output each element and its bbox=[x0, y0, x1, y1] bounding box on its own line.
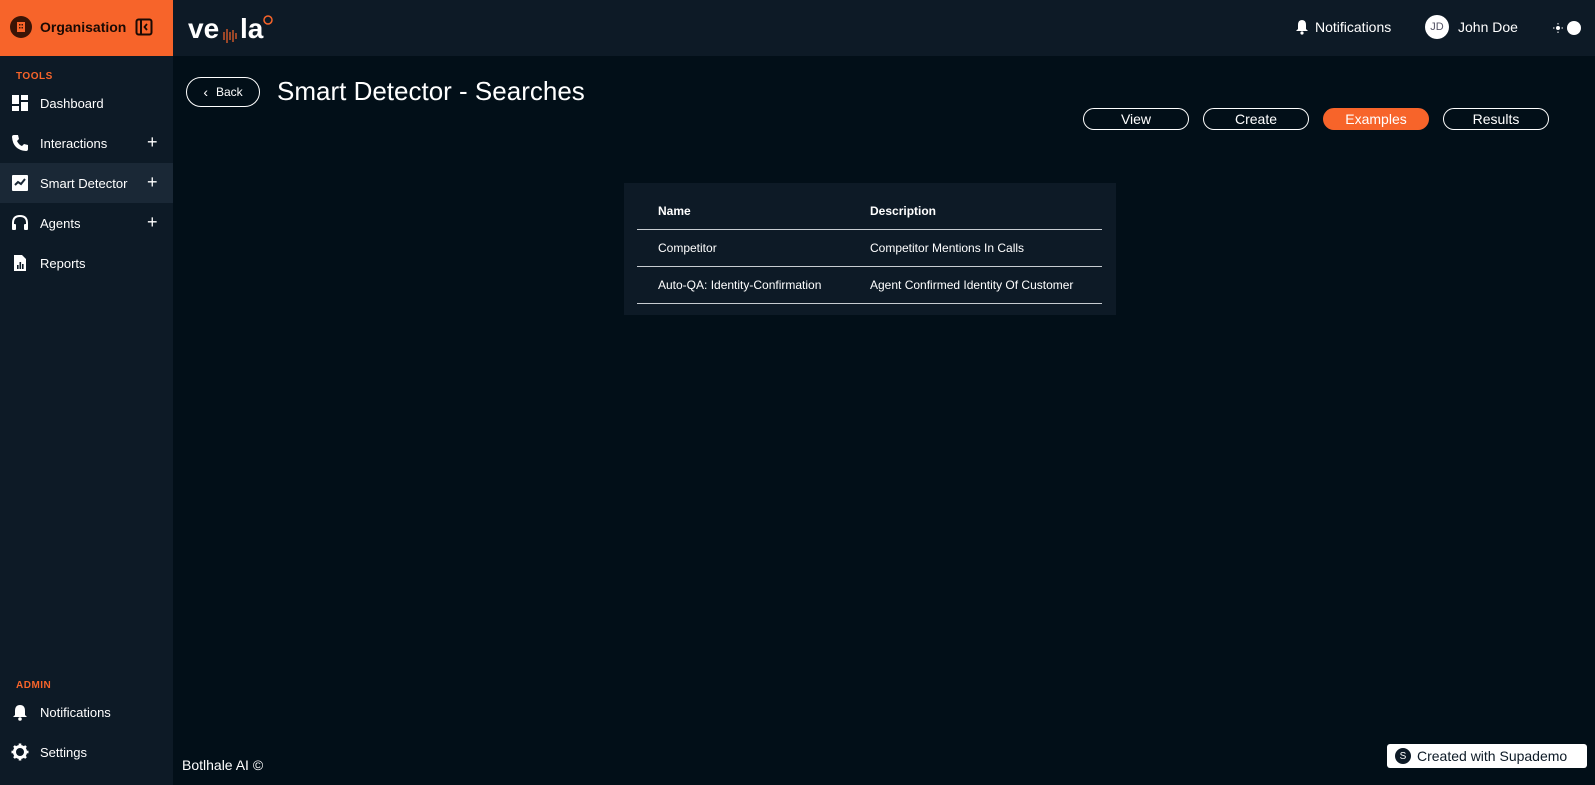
organisation-switcher[interactable]: Organisation bbox=[0, 0, 173, 56]
add-interaction-icon[interactable]: + bbox=[147, 133, 158, 151]
bell-icon bbox=[11, 703, 29, 721]
chevron-left-icon: ‹ bbox=[203, 84, 208, 100]
tab-results[interactable]: Results bbox=[1443, 108, 1549, 130]
user-name[interactable]: John Doe bbox=[1458, 19, 1518, 35]
row-divider bbox=[637, 303, 1102, 304]
sidebar-item-smart-detector[interactable]: Smart Detector + bbox=[0, 163, 173, 203]
supademo-logo-icon: S bbox=[1395, 748, 1411, 764]
header-divider bbox=[637, 229, 1102, 230]
tab-view[interactable]: View bbox=[1083, 108, 1189, 130]
sidebar-item-dashboard[interactable]: Dashboard bbox=[0, 83, 173, 123]
back-button[interactable]: ‹ Back bbox=[186, 77, 260, 107]
add-smart-detector-icon[interactable]: + bbox=[147, 173, 158, 191]
add-agent-icon[interactable]: + bbox=[147, 213, 158, 231]
notifications-button[interactable]: Notifications bbox=[1295, 19, 1391, 35]
row-divider bbox=[637, 266, 1102, 267]
sidebar-item-agents[interactable]: Agents + bbox=[0, 203, 173, 243]
sidebar-item-label: Interactions bbox=[40, 136, 108, 151]
avatar[interactable]: JD bbox=[1425, 15, 1449, 39]
sidebar-item-interactions[interactable]: Interactions + bbox=[0, 123, 173, 163]
footer-brand: Botlhale AI © bbox=[182, 757, 264, 773]
column-header-name: Name bbox=[658, 204, 691, 218]
table-cell-description: Agent Confirmed Identity Of Customer bbox=[870, 278, 1074, 292]
gear-icon bbox=[11, 743, 29, 761]
tools-section-label: TOOLS bbox=[16, 71, 53, 82]
sun-icon bbox=[1553, 23, 1563, 33]
sidebar-item-label: Notifications bbox=[40, 705, 111, 720]
headset-icon bbox=[11, 214, 29, 232]
supademo-label: Created with Supademo bbox=[1417, 748, 1568, 764]
phone-icon bbox=[11, 134, 29, 152]
sidebar: Organisation TOOLS Dashboard Interaction… bbox=[0, 0, 173, 785]
vela-logo: ve la bbox=[188, 10, 278, 46]
sidebar-item-settings[interactable]: Settings bbox=[0, 732, 173, 772]
svg-text:ve: ve bbox=[188, 13, 219, 44]
theme-toggle[interactable] bbox=[1552, 20, 1584, 36]
tab-examples[interactable]: Examples bbox=[1323, 108, 1429, 130]
report-icon bbox=[11, 254, 29, 272]
admin-section-label: ADMIN bbox=[16, 680, 52, 691]
building-icon bbox=[10, 16, 32, 38]
table-cell-name[interactable]: Competitor bbox=[658, 241, 717, 255]
sidebar-item-notifications[interactable]: Notifications bbox=[0, 692, 173, 732]
column-header-description: Description bbox=[870, 204, 937, 218]
table-cell-name[interactable]: Auto-QA: Identity-Confirmation bbox=[658, 278, 821, 292]
sidebar-item-label: Smart Detector bbox=[40, 176, 128, 191]
sidebar-item-label: Reports bbox=[40, 256, 86, 271]
organisation-label: Organisation bbox=[40, 19, 127, 35]
chart-icon bbox=[11, 174, 29, 192]
sidebar-item-label: Settings bbox=[40, 745, 87, 760]
sidebar-item-label: Dashboard bbox=[40, 96, 104, 111]
sidebar-item-label: Agents bbox=[40, 216, 81, 231]
notifications-label: Notifications bbox=[1315, 19, 1392, 35]
sidebar-item-reports[interactable]: Reports bbox=[0, 243, 173, 283]
supademo-badge[interactable]: S Created with Supademo bbox=[1387, 744, 1587, 768]
examples-table: Name Description Competitor Competitor M… bbox=[624, 183, 1116, 315]
svg-text:la: la bbox=[240, 13, 264, 44]
page-title: Smart Detector - Searches bbox=[277, 76, 585, 106]
back-label: Back bbox=[215, 85, 243, 99]
bell-icon bbox=[1296, 20, 1308, 35]
table-cell-description: Competitor Mentions In Calls bbox=[870, 241, 1025, 255]
dashboard-icon bbox=[11, 94, 29, 112]
collapse-sidebar-icon[interactable] bbox=[135, 18, 153, 36]
tab-create[interactable]: Create bbox=[1203, 108, 1309, 130]
